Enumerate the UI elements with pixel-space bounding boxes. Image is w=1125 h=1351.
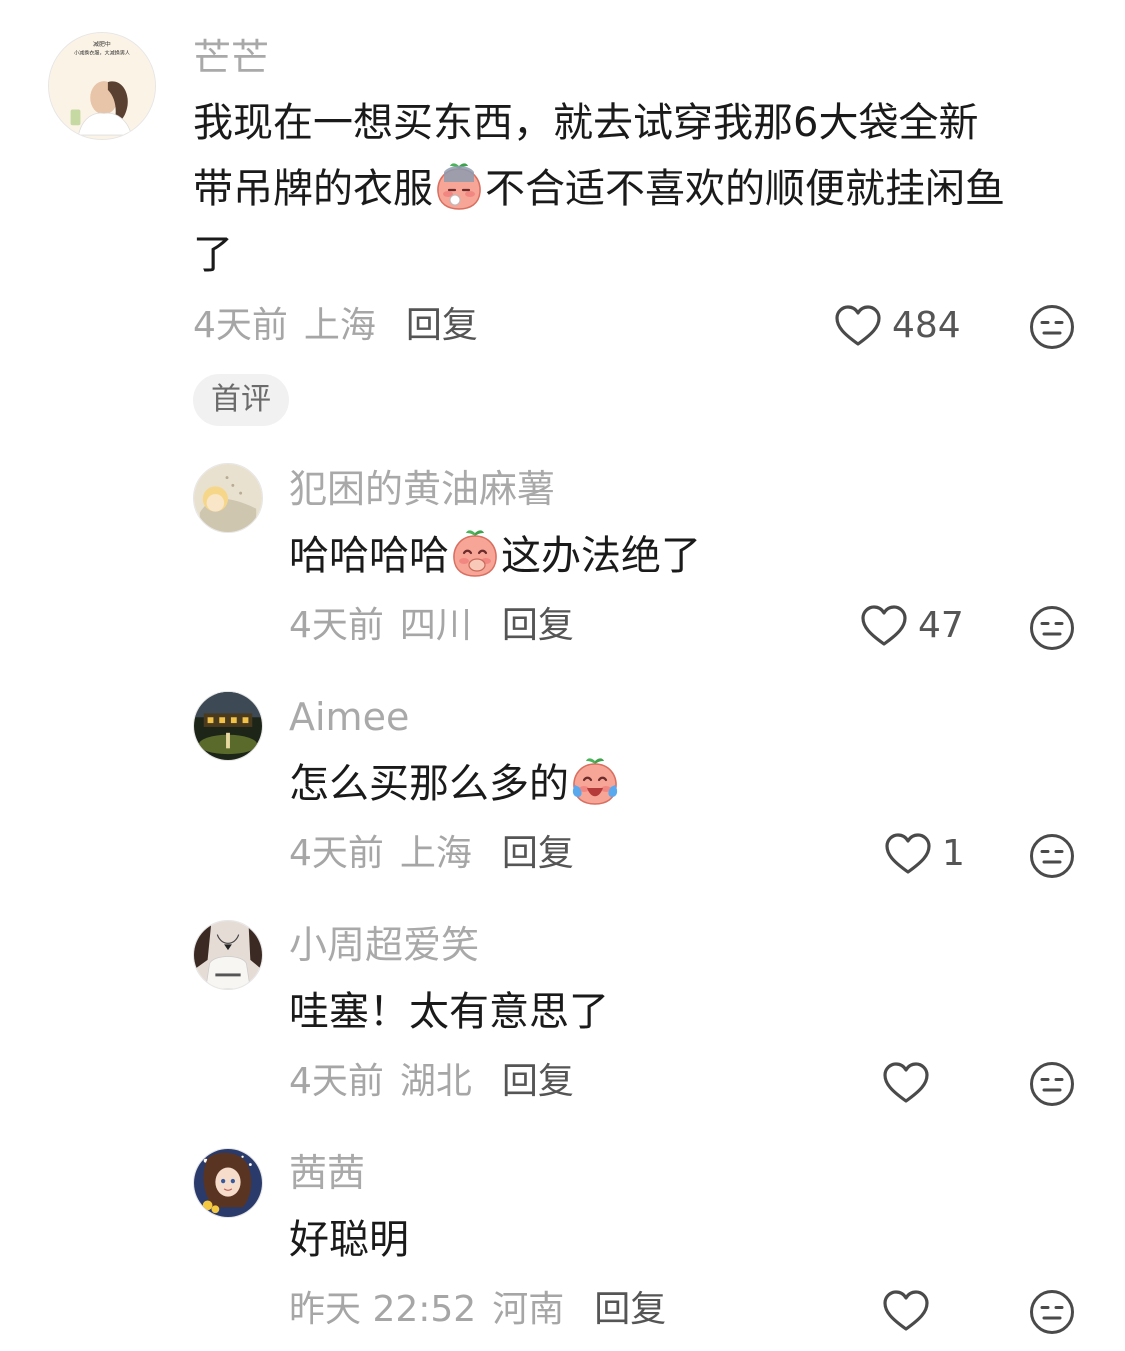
neutral-face-icon — [1029, 833, 1075, 879]
heart-outline-icon — [860, 604, 908, 648]
first-comment-badge: 首评 — [193, 374, 289, 426]
like-button[interactable] — [882, 1289, 940, 1333]
like-button[interactable]: 47 — [860, 604, 964, 648]
comment-line: 哈哈哈哈 这办法绝了 — [289, 523, 701, 589]
like-button[interactable]: 1 — [884, 832, 965, 876]
comment-text: 好聪明 — [289, 1207, 409, 1273]
neutral-face-icon — [1029, 1289, 1075, 1335]
comment-text: 我现在一想买东西，就去试穿我那6大袋全新 带吊牌的衣服 不合适不喜欢的顺便就挂闲鱼… — [193, 90, 1005, 288]
comment-line: 好聪明 — [289, 1217, 409, 1263]
avatar-illustration: 减肥中 小减换衣服，大减换男人 — [49, 33, 155, 139]
location: 上海 — [303, 305, 376, 346]
comment-line: 怎么买那么多的 — [289, 751, 621, 817]
heart-outline-icon — [882, 1289, 930, 1333]
comment-meta: 昨天 22:52 河南 回复 — [289, 1288, 666, 1332]
timestamp: 4天前 — [289, 833, 384, 874]
dislike-button[interactable] — [1029, 1289, 1075, 1335]
username[interactable]: 犯困的黄油麻薯 — [289, 467, 555, 511]
like-count: 484 — [892, 305, 961, 346]
comment-text-segment: 哈哈哈哈 — [289, 533, 449, 579]
avatar[interactable] — [193, 920, 263, 990]
neutral-face-icon — [1029, 605, 1075, 651]
laughing-peach-emoji — [449, 527, 501, 579]
like-count: 1 — [942, 833, 965, 874]
comment-text-segment: 不合适不喜欢的顺便就挂闲鱼 — [485, 166, 1005, 212]
reply-button[interactable]: 回复 — [502, 605, 574, 646]
timestamp: 4天前 — [289, 605, 384, 646]
avatar[interactable] — [193, 691, 263, 761]
comment-text: 哈哈哈哈 这办法绝了 — [289, 523, 701, 589]
avatar-illustration — [194, 464, 262, 532]
reply-button[interactable]: 回复 — [406, 305, 478, 346]
heart-outline-icon — [834, 304, 882, 348]
like-button[interactable] — [882, 1061, 940, 1105]
reply-button[interactable]: 回复 — [594, 1289, 666, 1330]
heart-outline-icon — [884, 832, 932, 876]
avatar[interactable]: 减肥中 小减换衣服，大减换男人 — [48, 32, 156, 140]
comment-text-segment: 怎么买那么多的 — [289, 761, 569, 807]
avatar[interactable] — [193, 463, 263, 533]
comment-line: 哇塞！太有意思了 — [289, 989, 609, 1035]
location: 上海 — [399, 833, 472, 874]
neutral-face-icon — [1029, 304, 1075, 350]
crying-laughing-peach-emoji — [569, 755, 621, 807]
comment-line: 了 — [193, 232, 233, 278]
avatar-illustration — [194, 1149, 262, 1217]
dislike-button[interactable] — [1029, 304, 1075, 350]
comment-line: 带吊牌的衣服 不合适不喜欢的顺便就挂闲鱼 — [193, 156, 1005, 222]
timestamp: 4天前 — [193, 305, 288, 346]
location: 湖北 — [399, 1061, 472, 1102]
comment-meta: 4天前 湖北 回复 — [289, 1060, 574, 1104]
comment-text-segment: 这办法绝了 — [501, 533, 701, 579]
avatar[interactable] — [193, 1148, 263, 1218]
location: 河南 — [492, 1289, 565, 1330]
avatar-text-2: 小减换衣服，大减换男人 — [74, 50, 130, 57]
username[interactable]: 小周超爱笑 — [289, 923, 479, 967]
reply-button[interactable]: 回复 — [502, 833, 574, 874]
dislike-button[interactable] — [1029, 833, 1075, 879]
like-button[interactable]: 484 — [834, 304, 961, 348]
heart-outline-icon — [882, 1061, 930, 1105]
dislike-button[interactable] — [1029, 605, 1075, 651]
comment-text: 哇塞！太有意思了 — [289, 979, 609, 1045]
avatar-illustration — [194, 692, 262, 760]
sweating-peach-emoji — [433, 160, 485, 212]
like-count: 47 — [918, 605, 964, 646]
timestamp: 4天前 — [289, 1061, 384, 1102]
location: 四川 — [399, 605, 472, 646]
comment-meta: 4天前 上海 回复 — [289, 832, 574, 876]
avatar-illustration — [194, 921, 262, 989]
username[interactable]: 芒芒 — [193, 36, 269, 80]
reply-button[interactable]: 回复 — [502, 1061, 574, 1102]
comment-line: 我现在一想买东西，就去试穿我那6大袋全新 — [193, 100, 979, 146]
comment-meta: 4天前 上海 回复 — [193, 304, 478, 348]
neutral-face-icon — [1029, 1061, 1075, 1107]
username[interactable]: Aimee — [289, 695, 409, 739]
timestamp: 昨天 22:52 — [289, 1289, 477, 1330]
avatar-text-1: 减肥中 — [93, 40, 111, 48]
username[interactable]: 茜茜 — [289, 1151, 365, 1195]
comment-text-segment: 带吊牌的衣服 — [193, 166, 433, 212]
dislike-button[interactable] — [1029, 1061, 1075, 1107]
comment-text: 怎么买那么多的 — [289, 751, 621, 817]
comment-meta: 4天前 四川 回复 — [289, 604, 574, 648]
